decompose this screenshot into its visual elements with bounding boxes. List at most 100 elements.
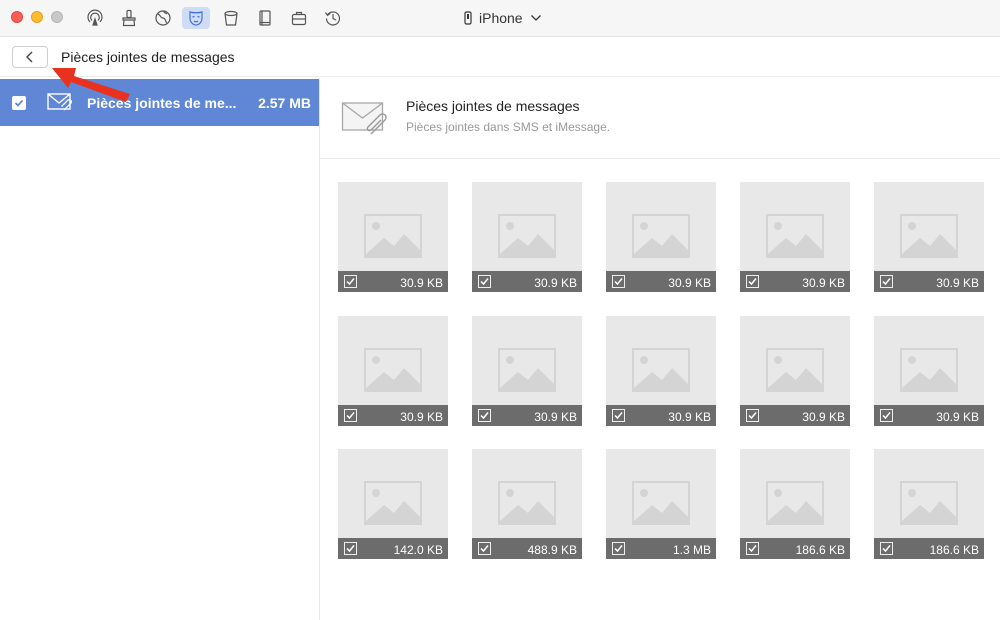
attachment-checkbox[interactable] xyxy=(746,275,759,288)
attachment-footer: 30.9 KB xyxy=(472,271,582,292)
attachment-tile[interactable]: 30.9 KB xyxy=(472,316,582,426)
iphone-icon xyxy=(464,11,472,25)
attachment-footer: 30.9 KB xyxy=(740,271,850,292)
attachment-footer: 30.9 KB xyxy=(472,405,582,426)
attachment-checkbox[interactable] xyxy=(478,275,491,288)
attachment-footer: 186.6 KB xyxy=(740,538,850,559)
attachment-checkbox[interactable] xyxy=(612,275,625,288)
image-placeholder-icon xyxy=(900,348,958,392)
attachment-tile[interactable]: 30.9 KB xyxy=(338,182,448,292)
attachment-size: 30.9 KB xyxy=(534,276,577,290)
attachment-tile[interactable]: 30.9 KB xyxy=(740,182,850,292)
airdrop-icon[interactable] xyxy=(81,7,109,29)
image-placeholder-icon xyxy=(498,214,556,258)
checkmark-icon xyxy=(882,278,891,286)
checkmark-icon xyxy=(346,412,355,420)
category-title: Pièces jointes de messages xyxy=(406,98,580,114)
sidebar-item-message-attachments[interactable]: Pièces jointes de me... 2.57 MB xyxy=(0,79,319,126)
attachment-footer: 1.3 MB xyxy=(606,538,716,559)
checkmark-icon xyxy=(480,412,489,420)
image-placeholder-icon xyxy=(364,481,422,525)
checkmark-icon xyxy=(480,545,489,553)
sidebar: Pièces jointes de me... 2.57 MB xyxy=(0,78,320,620)
attachment-checkbox[interactable] xyxy=(344,542,357,555)
checkmark-icon xyxy=(748,545,757,553)
attachment-checkbox[interactable] xyxy=(880,409,893,422)
zoom-window-button[interactable] xyxy=(51,11,63,23)
sub-header: Pièces jointes de messages xyxy=(0,37,1000,77)
attachment-checkbox[interactable] xyxy=(880,275,893,288)
image-placeholder-icon xyxy=(766,481,824,525)
image-placeholder-icon xyxy=(498,348,556,392)
attachment-tile[interactable]: 1.3 MB xyxy=(606,449,716,559)
chevron-down-icon xyxy=(530,15,541,21)
attachment-checkbox[interactable] xyxy=(880,542,893,555)
chevron-left-icon xyxy=(26,51,33,63)
sidebar-item-checkbox[interactable] xyxy=(12,96,26,110)
attachment-checkbox[interactable] xyxy=(344,275,357,288)
attachment-footer: 488.9 KB xyxy=(472,538,582,559)
title-bar: iPhone xyxy=(0,0,1000,37)
attachment-size: 142.0 KB xyxy=(393,543,443,557)
checkmark-icon xyxy=(14,99,24,107)
attachment-tile[interactable]: 30.9 KB xyxy=(472,182,582,292)
checkmark-icon xyxy=(748,412,757,420)
browser-icon[interactable] xyxy=(149,7,177,29)
briefcase-icon[interactable] xyxy=(285,7,313,29)
back-button[interactable] xyxy=(12,46,48,68)
cleaner-icon[interactable] xyxy=(115,7,143,29)
attachment-checkbox[interactable] xyxy=(612,409,625,422)
attachment-tile[interactable]: 30.9 KB xyxy=(606,316,716,426)
attachment-footer: 142.0 KB xyxy=(338,538,448,559)
book-icon[interactable] xyxy=(251,7,279,29)
privacy-mask-icon[interactable] xyxy=(182,7,210,29)
attachment-size: 30.9 KB xyxy=(936,410,979,424)
attachment-tile[interactable]: 186.6 KB xyxy=(740,449,850,559)
attachment-size: 30.9 KB xyxy=(400,410,443,424)
attachment-size: 30.9 KB xyxy=(534,410,577,424)
category-header: Pièces jointes de messages Pièces jointe… xyxy=(320,78,1000,159)
minimize-window-button[interactable] xyxy=(31,11,43,23)
attachment-tile[interactable]: 30.9 KB xyxy=(338,316,448,426)
attachment-size: 1.3 MB xyxy=(672,543,711,557)
attachment-checkbox[interactable] xyxy=(478,409,491,422)
category-subtitle: Pièces jointes dans SMS et iMessage. xyxy=(406,120,611,134)
checkmark-icon xyxy=(614,412,623,420)
checkmark-icon xyxy=(346,278,355,286)
attachment-checkbox[interactable] xyxy=(746,409,759,422)
attachment-size: 30.9 KB xyxy=(802,410,845,424)
image-placeholder-icon xyxy=(766,348,824,392)
close-window-button[interactable] xyxy=(11,11,23,23)
history-icon[interactable] xyxy=(319,7,347,29)
image-placeholder-icon xyxy=(632,481,690,525)
attachment-checkbox[interactable] xyxy=(746,542,759,555)
attachment-size: 186.6 KB xyxy=(929,543,979,557)
attachment-checkbox[interactable] xyxy=(344,409,357,422)
attachment-size: 30.9 KB xyxy=(936,276,979,290)
attachment-footer: 30.9 KB xyxy=(338,405,448,426)
trash-icon[interactable] xyxy=(217,7,245,29)
sidebar-item-size: 2.57 MB xyxy=(258,95,311,111)
attachment-footer: 30.9 KB xyxy=(874,271,984,292)
device-selector[interactable]: iPhone xyxy=(464,8,542,28)
attachment-tile[interactable]: 30.9 KB xyxy=(606,182,716,292)
image-placeholder-icon xyxy=(900,214,958,258)
image-placeholder-icon xyxy=(364,214,422,258)
device-name: iPhone xyxy=(479,10,523,26)
attachment-tile[interactable]: 142.0 KB xyxy=(338,449,448,559)
image-placeholder-icon xyxy=(632,214,690,258)
attachment-tile[interactable]: 186.6 KB xyxy=(874,449,984,559)
checkmark-icon xyxy=(346,545,355,553)
attachment-checkbox[interactable] xyxy=(478,542,491,555)
attachment-size: 30.9 KB xyxy=(668,410,711,424)
attachment-checkbox[interactable] xyxy=(612,542,625,555)
attachment-footer: 30.9 KB xyxy=(606,271,716,292)
attachment-footer: 30.9 KB xyxy=(338,271,448,292)
attachment-footer: 30.9 KB xyxy=(606,405,716,426)
checkmark-icon xyxy=(480,278,489,286)
attachment-tile[interactable]: 30.9 KB xyxy=(874,316,984,426)
image-placeholder-icon xyxy=(900,481,958,525)
attachment-tile[interactable]: 30.9 KB xyxy=(740,316,850,426)
attachment-tile[interactable]: 488.9 KB xyxy=(472,449,582,559)
attachment-tile[interactable]: 30.9 KB xyxy=(874,182,984,292)
